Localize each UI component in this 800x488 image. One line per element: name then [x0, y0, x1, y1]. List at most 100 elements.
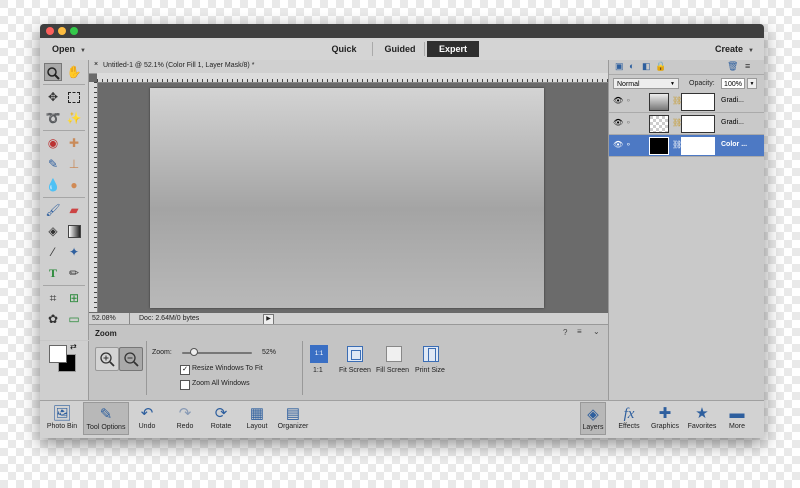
- document-tab[interactable]: × Untitled-1 @ 52.1% (Color Fill 1, Laye…: [89, 60, 608, 74]
- zoom-slider-thumb[interactable]: [190, 348, 198, 356]
- graphics-label: Graphics: [650, 423, 679, 430]
- lasso-tool-icon[interactable]: ➰: [44, 109, 62, 127]
- one-to-one-label: 1:1: [313, 367, 323, 374]
- link-icon[interactable]: ⚬: [625, 140, 632, 149]
- close-window-button[interactable]: [46, 27, 54, 35]
- red-eye-tool-icon[interactable]: ◉: [44, 134, 62, 152]
- fill-screen-button[interactable]: [386, 346, 402, 362]
- create-menu[interactable]: Create ▼: [715, 38, 754, 60]
- content-aware-move-icon[interactable]: ▭: [65, 310, 83, 328]
- collapse-icon[interactable]: ⌄: [593, 327, 600, 336]
- blur-tool-icon[interactable]: 💧: [44, 176, 62, 194]
- layer-mask-thumbnail: [681, 93, 715, 111]
- new-layer-icon[interactable]: ▣: [615, 61, 624, 72]
- panel-menu-icon[interactable]: ≡: [577, 327, 582, 336]
- opacity-label: Opacity:: [689, 80, 715, 87]
- adjustment-layer-icon[interactable]: ◐: [629, 61, 634, 71]
- eyedropper-icon[interactable]: ⁄: [44, 243, 62, 261]
- custom-shape-icon[interactable]: ✦: [65, 243, 83, 261]
- tab-expert[interactable]: Expert: [427, 41, 479, 57]
- effects-button[interactable]: fx Effects: [614, 405, 644, 430]
- layer-thumbnail: [649, 93, 669, 111]
- swap-colors-icon[interactable]: ⇄: [70, 342, 77, 351]
- magic-wand-icon[interactable]: ✨: [65, 109, 83, 127]
- gradient-tool-icon[interactable]: [65, 222, 83, 240]
- fit-screen-button[interactable]: [347, 346, 363, 362]
- eraser-tool-icon[interactable]: ▰: [65, 201, 83, 219]
- tool-options-button[interactable]: ✎ Tool Options: [83, 402, 129, 435]
- layer-mask-icon[interactable]: ◧: [642, 61, 651, 72]
- link-icon[interactable]: ⚬: [625, 96, 632, 105]
- opacity-input[interactable]: 100%: [721, 78, 745, 89]
- layer-row[interactable]: 👁 ⚬ ⛓ Gradi...: [609, 113, 764, 135]
- eye-icon[interactable]: 👁: [613, 96, 623, 105]
- photo-bin-button[interactable]: 🖼 Photo Bin: [43, 405, 81, 430]
- hand-tool-icon[interactable]: ✋: [65, 63, 83, 81]
- tab-guided[interactable]: Guided: [380, 41, 420, 57]
- layer-name: Gradi...: [721, 119, 744, 126]
- cookie-cutter-icon[interactable]: ✿: [44, 310, 62, 328]
- blend-mode-select[interactable]: Normal ▼: [613, 78, 679, 89]
- opacity-dropdown-icon[interactable]: ▼: [747, 78, 757, 89]
- type-tool-icon[interactable]: T: [44, 264, 62, 282]
- one-to-one-button[interactable]: 1:1: [310, 345, 328, 363]
- eye-icon[interactable]: 👁: [613, 118, 623, 127]
- more-button[interactable]: ▬ More: [724, 405, 750, 430]
- paint-bucket-icon[interactable]: ◈: [44, 222, 62, 240]
- divider: [129, 313, 130, 324]
- link-icon[interactable]: ⚬: [625, 118, 632, 127]
- tool-options-label: Tool Options: [86, 424, 126, 431]
- resize-windows-label: Resize Windows To Fit: [192, 365, 263, 372]
- zoom-out-icon: [124, 352, 139, 367]
- eye-icon[interactable]: 👁: [613, 140, 623, 149]
- recompose-tool-icon[interactable]: ⊞: [65, 289, 83, 307]
- open-menu-label: Open: [52, 44, 76, 54]
- help-icon[interactable]: ?: [563, 328, 567, 337]
- marquee-tool-icon[interactable]: [65, 88, 83, 106]
- trash-icon[interactable]: 🗑: [727, 61, 738, 72]
- sponge-tool-icon[interactable]: ●: [65, 176, 83, 194]
- zoom-out-button[interactable]: [119, 347, 143, 371]
- color-swatches-panel: ⇄: [40, 341, 89, 400]
- effects-icon: fx: [623, 406, 635, 422]
- print-size-button[interactable]: [423, 346, 439, 362]
- layer-mask-thumbnail: [681, 137, 715, 155]
- zoom-window-button[interactable]: [70, 27, 78, 35]
- fit-screen-label: Fit Screen: [339, 367, 371, 374]
- rotate-button[interactable]: ⟳ Rotate: [206, 405, 236, 430]
- lock-icon[interactable]: 🔒: [655, 61, 666, 72]
- foreground-color-swatch[interactable]: [49, 345, 67, 363]
- graphics-button[interactable]: ✚ Graphics: [648, 405, 682, 430]
- plus-icon: ✚: [658, 405, 672, 422]
- smart-brush-icon[interactable]: ✎: [44, 155, 62, 173]
- close-tab-icon[interactable]: ×: [94, 61, 98, 68]
- redo-button[interactable]: ↷ Redo: [172, 405, 198, 430]
- spot-healing-icon[interactable]: ✚: [65, 134, 83, 152]
- layer-row[interactable]: 👁 ⚬ ⛓ Gradi...: [609, 91, 764, 113]
- layer-row-selected[interactable]: 👁 ⚬ ⛓ Color ...: [609, 135, 764, 157]
- zoom-slider-track[interactable]: [182, 348, 252, 356]
- zoom-tool-icon[interactable]: [44, 63, 62, 81]
- panel-menu-icon[interactable]: ≡: [745, 61, 750, 71]
- move-tool-icon[interactable]: ✥: [44, 88, 62, 106]
- image-canvas[interactable]: [150, 88, 544, 308]
- undo-button[interactable]: ↶ Undo: [134, 405, 160, 430]
- pencil-tool-icon[interactable]: ✏: [65, 264, 83, 282]
- layout-button[interactable]: ▦ Layout: [243, 405, 271, 430]
- minimize-window-button[interactable]: [58, 27, 66, 35]
- clone-stamp-icon[interactable]: ⊥: [65, 155, 83, 173]
- crop-tool-icon[interactable]: ⌗: [44, 289, 62, 307]
- rotate-icon: ⟳: [214, 405, 228, 422]
- zoom-all-windows-checkbox[interactable]: [180, 380, 190, 390]
- organizer-button[interactable]: ▤ Organizer: [275, 405, 311, 430]
- zoom-in-button[interactable]: [95, 347, 119, 371]
- favorites-button[interactable]: ★ Favorites: [684, 405, 720, 430]
- brush-tool-icon[interactable]: 🖌: [44, 201, 62, 219]
- divider: [302, 341, 303, 395]
- resize-windows-checkbox[interactable]: ✓: [180, 365, 190, 375]
- tab-quick[interactable]: Quick: [324, 41, 364, 57]
- undo-label: Undo: [138, 423, 156, 430]
- layers-button[interactable]: ◈ Layers: [580, 402, 606, 435]
- toolbox: ✋ ✥ ➰ ✨ ◉ ✚ ✎ ⊥ 💧 ● 🖌 ▰ ◈ ⁄ ✦ T ✏ ⌗ ⊞ ✿ …: [40, 60, 89, 340]
- open-menu[interactable]: Open ▼: [52, 38, 86, 60]
